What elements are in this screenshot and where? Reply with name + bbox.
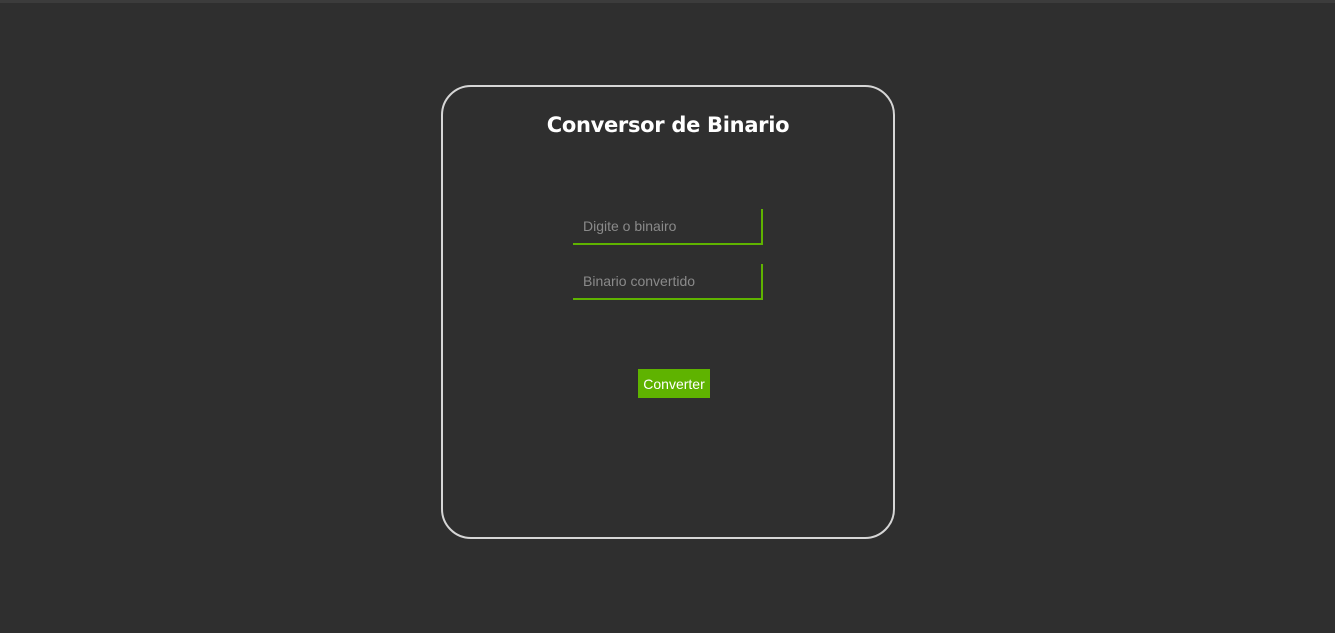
binary-input[interactable] [573, 209, 763, 245]
convert-button[interactable]: Converter [638, 369, 710, 398]
converter-card: Conversor de Binario Converter [441, 85, 895, 539]
page-title: Conversor de Binario [546, 113, 790, 137]
window-top-border [0, 0, 1335, 3]
converted-output-field[interactable] [573, 264, 763, 300]
